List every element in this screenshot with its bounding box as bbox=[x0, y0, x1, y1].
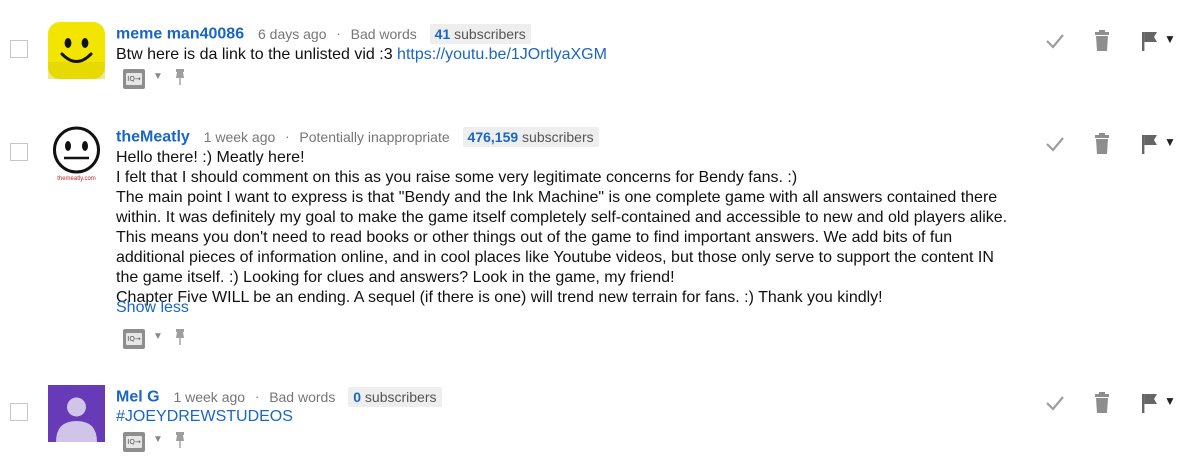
chevron-down-icon[interactable]: ▼ bbox=[153, 434, 163, 445]
select-checkbox[interactable] bbox=[10, 143, 28, 161]
reply-icon[interactable]: IQ→ bbox=[123, 69, 145, 89]
yellow-smiley-avatar bbox=[48, 22, 105, 79]
show-less-link[interactable]: Show less bbox=[116, 298, 189, 318]
trash-icon[interactable] bbox=[1092, 392, 1112, 414]
subscriber-badge: 41 subscribers bbox=[429, 24, 531, 45]
subscriber-count: 476,159 bbox=[467, 129, 519, 146]
author-name[interactable]: theMeatly bbox=[116, 128, 190, 145]
subscriber-count: 0 bbox=[353, 389, 362, 406]
check-icon[interactable] bbox=[1044, 133, 1066, 155]
comment-meta: theMeatly 1 week ago · Potentially inapp… bbox=[116, 125, 599, 148]
subscriber-label: subscribers bbox=[454, 26, 526, 43]
subscriber-badge: 0 subscribers bbox=[348, 387, 442, 408]
check-icon[interactable] bbox=[1044, 392, 1066, 414]
comment-text: Hello there! :) Meatly here! I felt that… bbox=[116, 148, 1016, 308]
comment-meta: meme man40086 6 days ago · Bad words 41 … bbox=[116, 22, 531, 45]
moderation-actions: ▼ bbox=[1044, 392, 1184, 416]
subscriber-label: subscribers bbox=[522, 129, 594, 146]
comment-body: Btw here is da link to the unlisted vid … bbox=[116, 46, 398, 63]
subscriber-label: subscribers bbox=[364, 389, 437, 406]
pin-icon[interactable] bbox=[173, 67, 187, 87]
moderation-actions: ▼ bbox=[1044, 30, 1184, 54]
select-checkbox[interactable] bbox=[10, 403, 28, 421]
avatar[interactable] bbox=[48, 385, 105, 442]
category-label: Potentially inappropriate bbox=[299, 129, 450, 146]
hashtag-link[interactable]: #JOEYDREWSTUDEOS bbox=[116, 408, 293, 425]
check-icon[interactable] bbox=[1044, 30, 1066, 52]
separator: · bbox=[285, 129, 290, 145]
flag-icon[interactable] bbox=[1140, 30, 1160, 52]
separator: · bbox=[336, 26, 341, 42]
comment-line: Chapter Five WILL be an ending. A sequel… bbox=[116, 289, 883, 306]
reply-icon[interactable]: IQ→ bbox=[123, 432, 145, 452]
flag-dropdown-icon[interactable]: ▼ bbox=[1164, 32, 1176, 46]
trash-icon[interactable] bbox=[1092, 133, 1112, 155]
select-checkbox[interactable] bbox=[10, 40, 28, 58]
timestamp[interactable]: 1 week ago bbox=[204, 129, 276, 145]
flag-icon[interactable] bbox=[1140, 392, 1160, 414]
category-label: Bad words bbox=[269, 389, 336, 406]
pin-icon[interactable] bbox=[173, 327, 187, 347]
chevron-down-icon[interactable]: ▼ bbox=[153, 71, 163, 82]
chevron-down-icon[interactable]: ▼ bbox=[153, 331, 163, 342]
subscriber-badge: 476,159 subscribers bbox=[462, 127, 599, 148]
flag-icon[interactable] bbox=[1140, 133, 1160, 155]
flag-dropdown-icon[interactable]: ▼ bbox=[1164, 394, 1176, 408]
comment-text: Btw here is da link to the unlisted vid … bbox=[116, 45, 1016, 65]
comment-line: Hello there! :) Meatly here! bbox=[116, 149, 305, 166]
author-name[interactable]: meme man40086 bbox=[116, 25, 244, 42]
subscriber-count: 41 bbox=[434, 26, 451, 43]
trash-icon[interactable] bbox=[1092, 30, 1112, 52]
separator: · bbox=[254, 389, 260, 405]
timestamp[interactable]: 1 week ago bbox=[173, 389, 245, 405]
comment-line: I felt that I should comment on this as … bbox=[116, 169, 798, 186]
pin-icon[interactable] bbox=[173, 430, 187, 450]
comment-link[interactable]: https://youtu.be/1JOrtlyaXGM bbox=[397, 46, 607, 63]
default-person-avatar bbox=[48, 385, 105, 442]
comment-meta: Mel G 1 week ago · Bad words 0 subscribe… bbox=[116, 385, 442, 408]
avatar[interactable]: themeatly.com bbox=[48, 125, 105, 182]
themeatly-face-avatar: themeatly.com bbox=[48, 125, 105, 182]
comment-text: #JOEYDREWSTUDEOS bbox=[116, 407, 1016, 427]
category-label: Bad words bbox=[350, 26, 417, 43]
moderation-actions: ▼ bbox=[1044, 133, 1184, 157]
comment-line: The main point I want to express is that… bbox=[116, 189, 1008, 286]
flag-dropdown-icon[interactable]: ▼ bbox=[1164, 135, 1176, 149]
reply-icon[interactable]: IQ→ bbox=[123, 329, 145, 349]
author-name[interactable]: Mel G bbox=[116, 388, 160, 405]
avatar-caption: themeatly.com bbox=[57, 176, 96, 182]
timestamp[interactable]: 6 days ago bbox=[258, 26, 327, 42]
avatar[interactable] bbox=[48, 22, 105, 79]
